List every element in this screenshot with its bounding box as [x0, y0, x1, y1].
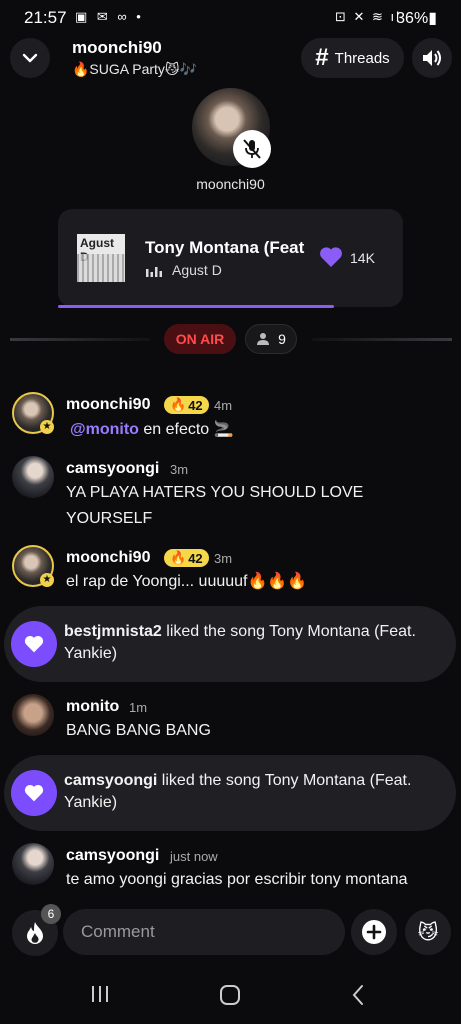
avatar[interactable] — [12, 456, 54, 498]
emoji-button[interactable]: 😼 — [405, 909, 451, 955]
listener-count-button[interactable]: 9 — [245, 324, 297, 354]
star-icon: ★ — [40, 573, 54, 587]
song-progress-bar — [58, 305, 334, 308]
like-event-text: camsyoongi liked the song Tony Montana (… — [64, 772, 412, 811]
notification-icons: ▣ ✉ ∞ • — [75, 9, 144, 24]
timestamp: 1m — [129, 700, 148, 715]
mention-link[interactable]: @monito — [70, 421, 139, 438]
song-like-event: camsyoongi liked the song Tony Montana (… — [4, 755, 456, 831]
username[interactable]: camsyoongi — [64, 772, 157, 789]
fire-level-badge: 🔥 42 — [164, 396, 209, 414]
add-button[interactable] — [351, 909, 397, 955]
room-subtitle: 🔥SUGA Party😼🎶 — [72, 61, 197, 77]
message-text: el rap de Yoongi... uuuuuf🔥🔥🔥 — [66, 573, 308, 590]
divider — [312, 338, 452, 341]
message-text: te amo yoongi gracias por escribir tony … — [66, 871, 408, 888]
threads-label: Threads — [334, 49, 390, 67]
volume-button[interactable] — [412, 38, 452, 78]
album-art: Agust D — [77, 234, 125, 282]
battery-level: 36%▮ — [396, 10, 437, 27]
username[interactable]: bestjmnista2 — [64, 623, 162, 640]
divider — [10, 338, 150, 341]
home-icon[interactable] — [219, 984, 241, 1006]
message-text: @monito en efecto 🚬 — [70, 421, 234, 438]
like-event-text: bestjmnista2 liked the song Tony Montana… — [64, 623, 416, 662]
flame-count-badge: 6 — [41, 904, 61, 924]
threads-button[interactable]: # Threads — [301, 38, 404, 78]
listener-count: 9 — [278, 331, 286, 347]
system-icons: ⊡ ✕ ≋ ıl — [334, 9, 401, 24]
speaker-icon — [423, 50, 441, 66]
timestamp: just now — [170, 849, 218, 864]
comment-input[interactable] — [63, 909, 345, 955]
heart-icon-circle — [11, 621, 57, 667]
hashtag-icon: # — [315, 44, 329, 71]
fire-level-badge: 🔥 42 — [164, 549, 209, 567]
back-icon[interactable] — [351, 984, 365, 1006]
timestamp: 3m — [214, 551, 233, 566]
heart-icon[interactable] — [318, 245, 344, 269]
status-bar: 21:57 ▣ ✉ ∞ • ⊡ ✕ ≋ ıl 36%▮ — [0, 0, 461, 34]
username[interactable]: camsyoongi — [66, 460, 159, 478]
cat-emoji-icon: 😼 — [417, 921, 439, 944]
flame-icon — [27, 922, 43, 944]
username[interactable]: moonchi90 — [66, 396, 150, 414]
room-title: moonchi90 — [72, 38, 162, 57]
username[interactable]: moonchi90 — [66, 549, 150, 567]
system-nav-bar — [0, 960, 461, 1024]
username[interactable]: camsyoongi — [66, 847, 159, 865]
heart-icon-circle — [11, 770, 57, 816]
song-like-event: bestjmnista2 liked the song Tony Montana… — [4, 606, 456, 682]
heart-icon — [24, 784, 44, 802]
chevron-down-icon — [22, 53, 38, 63]
host-name: moonchi90 — [196, 176, 265, 192]
equalizer-icon — [146, 267, 162, 277]
fire-icon: 🔥 — [170, 550, 187, 565]
plus-circle-icon — [362, 920, 386, 944]
like-count: 14K — [350, 250, 375, 266]
person-icon — [257, 333, 270, 345]
username[interactable]: monito — [66, 698, 119, 716]
song-artist: Agust D — [172, 262, 222, 278]
on-air-badge: ON AIR — [164, 324, 236, 354]
heart-icon — [24, 635, 44, 653]
star-icon: ★ — [40, 420, 54, 434]
timestamp: 4m — [214, 398, 233, 413]
clock: 21:57 — [24, 8, 67, 27]
fire-icon: 🔥 — [170, 397, 187, 412]
recent-apps-icon[interactable] — [90, 984, 110, 1004]
collapse-button[interactable] — [10, 38, 50, 78]
song-title: Tony Montana (Feat — [145, 238, 305, 257]
message-text: YA PLAYA HATERS YOU SHOULD LOVE YOURSELF — [66, 484, 364, 527]
timestamp: 3m — [170, 462, 189, 477]
muted-badge — [233, 130, 271, 168]
avatar[interactable] — [12, 843, 54, 885]
mic-off-icon — [243, 139, 261, 159]
avatar[interactable] — [12, 694, 54, 736]
message-text: BANG BANG BANG — [66, 722, 211, 739]
